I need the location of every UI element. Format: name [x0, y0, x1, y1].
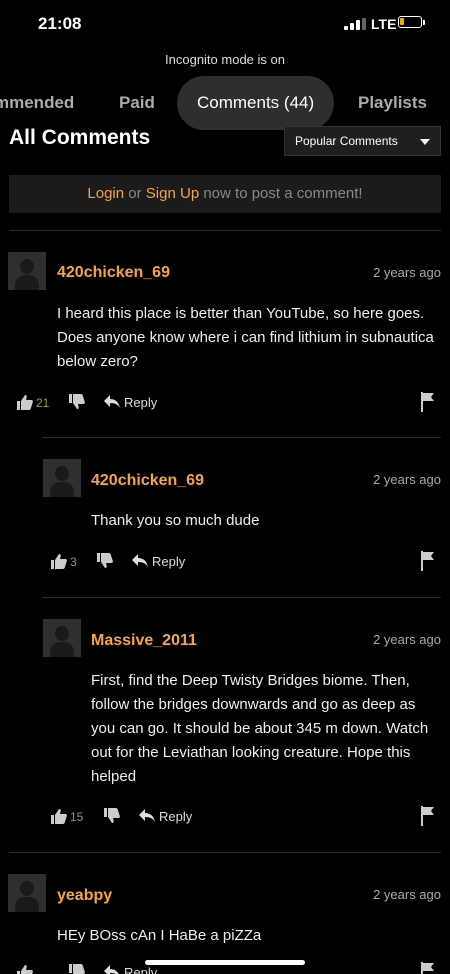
tab-bar: mmended Paid Comments (44) Playlists [0, 76, 450, 130]
reply-arrow-icon [139, 809, 155, 822]
report-button[interactable] [420, 392, 436, 412]
thumbs-down-icon [69, 394, 85, 409]
dislike-button[interactable] [68, 962, 90, 974]
home-indicator[interactable] [145, 960, 305, 965]
thumbs-up-icon [17, 965, 33, 974]
thumbs-down-icon [104, 808, 120, 823]
comment-actions: 3 Reply [50, 551, 440, 573]
avatar[interactable] [43, 619, 81, 657]
like-button[interactable]: 21 [16, 392, 56, 414]
thumbs-down-icon [69, 964, 85, 974]
chevron-down-icon [420, 139, 430, 145]
avatar[interactable] [8, 252, 46, 290]
divider [9, 230, 441, 231]
report-button[interactable] [420, 551, 436, 571]
login-or-text: or [124, 185, 146, 202]
reply-arrow-icon [104, 395, 120, 408]
avatar[interactable] [43, 459, 81, 497]
report-button[interactable] [420, 806, 436, 826]
status-bar: 21:08 LTE [0, 0, 450, 48]
comment-username[interactable]: 420chicken_69 [57, 264, 170, 282]
flag-icon [421, 392, 434, 412]
tab-paid[interactable]: Paid [119, 76, 155, 130]
like-count: 21 [36, 396, 50, 410]
signal-icon [344, 18, 366, 30]
flag-icon [421, 551, 434, 571]
thumbs-up-icon [17, 395, 33, 410]
comment-time: 2 years ago [373, 472, 441, 487]
flag-icon [421, 806, 434, 826]
comment-text: I heard this place is better than YouTub… [57, 305, 434, 370]
tab-recommended[interactable]: mmended [0, 76, 74, 130]
like-button[interactable]: 3 [50, 551, 90, 573]
comment-time: 2 years ago [373, 887, 441, 902]
like-count: 15 [70, 810, 84, 824]
thumbs-up-icon [51, 809, 67, 824]
battery-icon [398, 16, 422, 28]
comment-text: HEy BOss cAn I HaBe a piZZa [57, 927, 262, 944]
thumbs-up-icon [51, 554, 67, 569]
report-button[interactable] [420, 962, 436, 974]
divider [42, 437, 441, 438]
signup-link[interactable]: Sign Up [146, 185, 199, 202]
comment-actions: 15 Reply [50, 806, 440, 828]
battery-tip [423, 20, 425, 25]
dislike-button[interactable] [96, 551, 118, 573]
reply-label: Reply [124, 965, 158, 974]
comment-username[interactable]: yeabpy [57, 887, 112, 905]
sort-dropdown[interactable]: Popular Comments [284, 126, 441, 156]
section-title: All Comments [9, 126, 151, 149]
login-link[interactable]: Login [87, 185, 124, 202]
like-button[interactable] [16, 962, 56, 974]
comment-time: 2 years ago [373, 265, 441, 280]
login-prompt: Login or Sign Up now to post a comment! [9, 175, 441, 213]
thumbs-down-icon [97, 553, 113, 568]
reply-label: Reply [159, 809, 193, 824]
avatar[interactable] [8, 874, 46, 912]
divider [42, 597, 441, 598]
clock: 21:08 [38, 14, 82, 33]
divider [9, 852, 441, 853]
dislike-button[interactable] [68, 392, 90, 414]
reply-arrow-icon [104, 965, 119, 974]
incognito-banner: Incognito mode is on [165, 52, 285, 67]
sort-selected-label: Popular Comments [295, 134, 398, 148]
dislike-button[interactable] [103, 806, 125, 828]
reply-label: Reply [124, 395, 158, 410]
comment-actions: 21 Reply [16, 392, 436, 414]
tab-comments[interactable]: Comments (44) [177, 76, 335, 130]
tab-playlists[interactable]: Playlists [358, 76, 427, 130]
like-button[interactable]: 15 [50, 806, 90, 828]
reply-label: Reply [152, 554, 186, 569]
network-label: LTE [371, 16, 397, 32]
comment-text: Thank you so much dude [91, 512, 260, 529]
login-rest-text: now to post a comment! [199, 185, 363, 202]
like-count: 3 [70, 555, 77, 569]
comment-time: 2 years ago [373, 632, 441, 647]
flag-icon [421, 962, 434, 974]
comment-username[interactable]: Massive_2011 [91, 632, 197, 650]
reply-arrow-icon [132, 554, 148, 567]
comment-text: First, find the Deep Twisty Bridges biom… [91, 672, 429, 785]
comment-username[interactable]: 420chicken_69 [91, 472, 204, 490]
